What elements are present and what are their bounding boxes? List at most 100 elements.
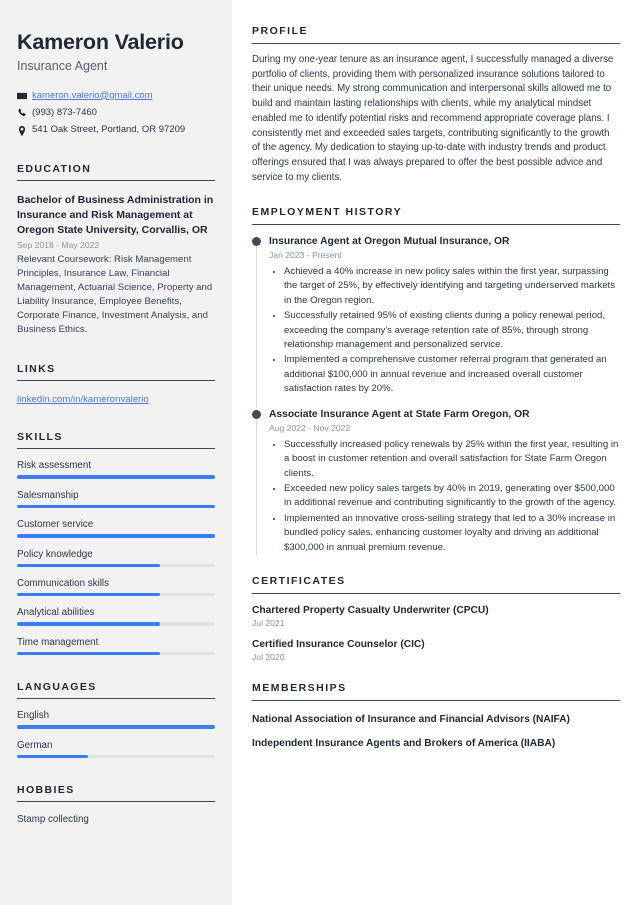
education-entry: Bachelor of Business Administration in I… xyxy=(17,193,215,338)
employment-date: Jan 2023 - Present xyxy=(269,249,342,260)
education-date: Sep 2018 - May 2022 xyxy=(17,240,100,251)
skill-bar-track xyxy=(17,622,215,626)
skill-bar-fill xyxy=(17,593,160,597)
education-title: Bachelor of Business Administration in I… xyxy=(17,193,214,236)
skill-item: Policy knowledge xyxy=(17,548,215,568)
certificate-name: Chartered Property Casualty Underwriter … xyxy=(252,605,489,616)
page-title: Kameron Valerio xyxy=(17,30,184,54)
skill-bar-track xyxy=(17,504,215,509)
contact-item-email: kameron.valerio@gmail.com xyxy=(17,90,215,102)
section-heading-languages: LANGUAGES xyxy=(17,681,215,700)
employment-bullet: Successfully retained 95% of existing cl… xyxy=(284,309,620,352)
language-bar-fill xyxy=(17,754,89,758)
timeline-line xyxy=(256,239,258,408)
employment-entry: Associate Insurance Agent at State Farm … xyxy=(252,408,620,555)
certificate-item: Certified Insurance Counselor (CIC) Jul … xyxy=(252,639,620,662)
skill-bar-fill xyxy=(17,622,160,626)
skill-item: Risk assessment xyxy=(17,460,215,479)
location-pin-icon xyxy=(17,125,32,136)
contact-item-address: 541 Oak Street, Portland, OR 97209 xyxy=(17,124,215,136)
certificate-date: Jul 2020 xyxy=(252,652,285,662)
skill-label: Policy knowledge xyxy=(17,548,93,560)
certificate-item: Chartered Property Casualty Underwriter … xyxy=(252,605,620,628)
section-certificates: CERTIFICATES Chartered Property Casualty… xyxy=(252,575,620,662)
address-value: 541 Oak Street, Portland, OR 97209 xyxy=(32,124,186,136)
section-profile: PROFILE During my one-year tenure as an … xyxy=(252,25,620,186)
skill-bar-fill xyxy=(17,504,215,509)
membership-item: National Association of Insurance and Fi… xyxy=(252,714,570,725)
employment-bullets: Successfully increased policy renewals b… xyxy=(269,438,620,555)
timeline-dot-icon xyxy=(252,237,261,247)
skill-label: Risk assessment xyxy=(17,460,92,472)
skill-label: Customer service xyxy=(17,519,94,531)
language-bar-fill xyxy=(17,725,215,729)
employment-date: Aug 2022 - Nov 2022 xyxy=(269,422,351,433)
skill-item: Analytical abilities xyxy=(17,607,215,626)
section-heading-skills: SKILLS xyxy=(17,431,215,450)
skill-bar-fill xyxy=(17,563,160,568)
skill-bar-fill xyxy=(17,651,160,656)
section-memberships: MEMBERSHIPS National Association of Insu… xyxy=(252,682,620,749)
skill-bar-track xyxy=(17,651,215,656)
skill-item: Time management xyxy=(17,636,215,656)
timeline-dot-icon xyxy=(252,410,261,419)
skill-bar-track xyxy=(17,475,215,479)
skill-label: Communication skills xyxy=(17,578,110,590)
phone-value: (993) 873-7460 xyxy=(32,107,97,119)
skill-label: Time management xyxy=(17,636,99,648)
employment-bullets: Achieved a 40% increase in new policy sa… xyxy=(269,265,620,397)
employment-bullet: Implemented a comprehensive customer ref… xyxy=(284,353,620,396)
envelope-icon xyxy=(17,91,32,101)
section-heading-links: LINKS xyxy=(17,363,215,382)
skill-bar-track xyxy=(17,563,215,568)
employment-title: Associate Insurance Agent at State Farm … xyxy=(269,408,530,420)
employment-timeline: Insurance Agent at Oregon Mutual Insuran… xyxy=(252,235,620,555)
skill-item: Communication skills xyxy=(17,578,215,597)
skills-list: Risk assessment Salesmanship Customer se… xyxy=(17,460,215,656)
sidebar: Kameron Valerio Insurance Agent kameron.… xyxy=(0,0,232,905)
skill-item: Customer service xyxy=(17,519,215,538)
contact-list: kameron.valerio@gmail.com (993) 873-7460… xyxy=(17,90,215,137)
employment-bullet: Successfully increased policy renewals b… xyxy=(284,438,620,481)
section-heading-profile: PROFILE xyxy=(252,25,620,44)
certificate-date: Jul 2021 xyxy=(252,618,285,628)
links-list: linkedin.com/in/kameronvalerio xyxy=(17,394,215,405)
employment-bullet: Achieved a 40% increase in new policy sa… xyxy=(284,265,620,308)
email-link[interactable]: kameron.valerio@gmail.com xyxy=(32,90,153,102)
section-heading-hobbies: HOBBIES xyxy=(17,784,215,802)
certificate-name: Certified Insurance Counselor (CIC) xyxy=(252,639,425,650)
employment-title: Insurance Agent at Oregon Mutual Insuran… xyxy=(269,235,510,247)
skill-label: Salesmanship xyxy=(17,489,79,501)
employment-bullet: Exceeded new policy sales targets by 40%… xyxy=(284,482,620,511)
language-item: English xyxy=(17,710,215,729)
job-title: Insurance Agent xyxy=(17,58,108,73)
main-content: PROFILE During my one-year tenure as an … xyxy=(232,0,640,905)
resume-document: Kameron Valerio Insurance Agent kameron.… xyxy=(0,0,640,905)
skill-label: Analytical abilities xyxy=(17,607,95,619)
skill-bar-fill xyxy=(17,534,215,538)
contact-item-phone: (993) 873-7460 xyxy=(17,107,215,119)
membership-item: Independent Insurance Agents and Brokers… xyxy=(252,738,556,749)
section-employment: EMPLOYMENT HISTORY Insurance Agent at Or… xyxy=(252,206,620,555)
language-item: German xyxy=(17,740,215,758)
hobby-item: Stamp collecting xyxy=(17,813,89,825)
skill-item: Salesmanship xyxy=(17,489,215,509)
section-heading-certificates: CERTIFICATES xyxy=(252,575,620,594)
skill-bar-track xyxy=(17,593,215,597)
section-heading-employment: EMPLOYMENT HISTORY xyxy=(252,206,620,225)
language-bar-track xyxy=(17,754,215,758)
language-bar-track xyxy=(17,725,215,729)
profile-text: During my one-year tenure as an insuranc… xyxy=(252,54,614,183)
timeline-line xyxy=(256,412,258,555)
section-heading-memberships: MEMBERSHIPS xyxy=(252,682,620,701)
language-label: German xyxy=(17,739,53,751)
skill-bar-fill xyxy=(17,475,215,479)
section-heading-education: EDUCATION xyxy=(17,163,215,181)
employment-bullet: Implemented an innovative cross-selling … xyxy=(284,512,620,555)
language-label: English xyxy=(17,710,50,722)
education-description: Relevant Coursework: Risk Management Pri… xyxy=(17,254,213,336)
languages-list: English German xyxy=(17,710,215,758)
employment-entry: Insurance Agent at Oregon Mutual Insuran… xyxy=(252,235,620,408)
link-item-linkedin[interactable]: linkedin.com/in/kameronvalerio xyxy=(17,394,215,405)
phone-icon xyxy=(17,108,32,118)
